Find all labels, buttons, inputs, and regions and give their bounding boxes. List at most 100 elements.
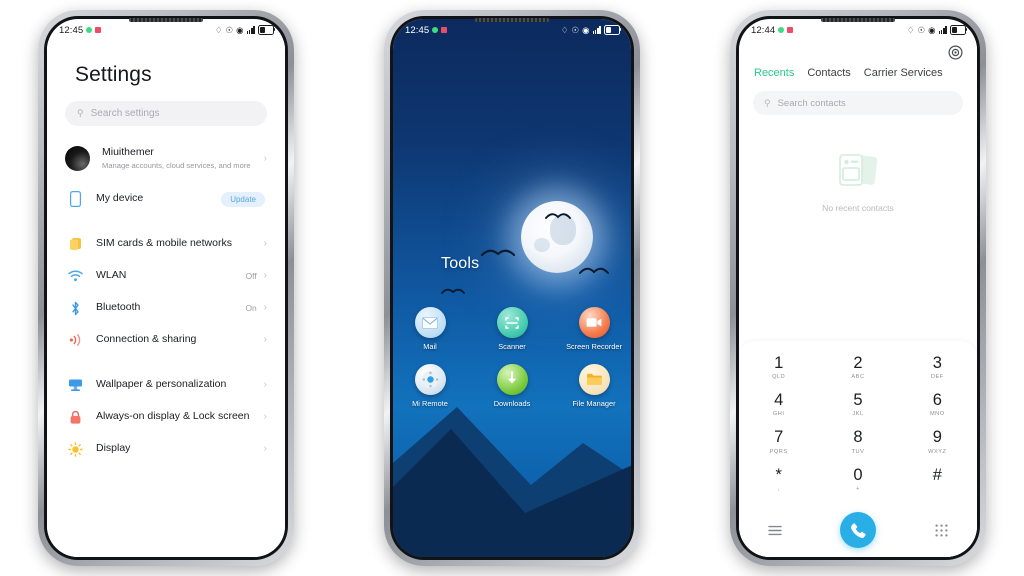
account-name: Miuithemer [102,146,154,159]
key-5[interactable]: 5 JKL [818,387,897,424]
key-number: 5 [853,391,863,410]
settings-row-label: Bluetooth [96,301,141,314]
search-input[interactable]: ⚲ Search contacts [753,91,963,115]
chevron-right-icon: › [263,270,267,281]
toolbar [739,41,977,60]
search-placeholder: Search contacts [777,97,846,109]
tab-bar: Recents Contacts Carrier Services [739,60,977,79]
app-label: Mail [423,342,437,351]
key-0[interactable]: 0 + [818,462,897,499]
app-row: Mail Scanner Screen Recorder [393,307,631,352]
settings-row-connection-sharing[interactable]: Connection & sharing › [63,324,269,356]
settings-row-display[interactable]: Display › [63,433,269,465]
alarm-off-icon: ☉ [917,24,926,35]
status-bar-left: 12:44 [751,25,794,36]
account-text: Miuithemer Manage accounts, cloud servic… [102,146,264,171]
key-star[interactable]: * , [739,462,818,499]
app-downloads[interactable]: Downloads [483,363,541,409]
app-label: Downloads [493,398,531,408]
settings-row-bluetooth[interactable]: Bluetooth On › [63,292,269,324]
key-letters: MNO [929,411,945,418]
phone-call-icon [851,522,866,538]
menu-icon[interactable] [768,525,782,536]
group-divider [63,356,269,367]
alarm-off-icon: ☉ [571,24,580,35]
app-file-manager[interactable]: File Manager [565,363,623,409]
remote-control-icon [414,363,446,395]
key-7[interactable]: 7 PQRS [739,424,818,461]
location-icon: ◉ [236,24,244,35]
connection-sharing-icon [65,333,85,347]
chevron-right-icon: › [263,443,267,454]
key-number: 0 [853,465,863,484]
key-letters: PQRS [769,448,788,455]
tab-recents[interactable]: Recents [754,67,794,79]
update-badge[interactable]: Update [221,191,265,207]
earpiece-speaker [129,18,203,22]
device-icon [65,191,85,207]
account-row[interactable]: Miuithemer Manage accounts, cloud servic… [63,140,269,181]
key-letters: DEF [930,374,944,381]
tab-contacts[interactable]: Contacts [807,67,850,79]
account-subtitle: Manage accounts, cloud services, and mor… [102,161,251,171]
phone-device-home: Tools 12:45 ♢ ☉ ◉ Mail Scanner Screen Re… [384,10,640,566]
app-scanner[interactable]: Scanner [483,307,541,352]
app-label: Screen Recorder [566,342,622,351]
settings-row-lock-screen[interactable]: Always-on display & Lock screen › [63,401,269,433]
tab-carrier-services[interactable]: Carrier Services [864,67,943,79]
settings-row-value: Off [245,271,257,281]
wifi-icon [65,270,85,282]
key-number: 8 [853,428,863,447]
status-bar-right: ♢ ☉ ◉ [906,24,968,35]
settings-row-my-device[interactable]: My device Update [63,183,269,215]
location-icon: ◉ [582,24,590,35]
dialer-body: Recents Contacts Carrier Services ⚲ Sear… [739,41,977,557]
empty-state: No recent contacts [739,151,977,213]
key-9[interactable]: 9 WXYZ [898,424,977,461]
bird-icon [481,249,515,257]
phone-call-icon [86,27,93,33]
key-letters: GHI [772,411,785,418]
settings-row-sim-cards[interactable]: SIM cards & mobile networks › [63,228,269,260]
mail-icon [414,307,446,338]
key-6[interactable]: 6 MNO [898,387,977,424]
bird-icon [441,288,465,294]
app-label: Mi Remote [412,398,448,408]
screen-home: Tools 12:45 ♢ ☉ ◉ Mail Scanner Screen Re… [393,19,631,557]
screen-dialer: 12:44 ♢ ☉ ◉ Recents Contacts Carrier Ser… [739,19,977,557]
app-label: Scanner [498,342,526,351]
alarm-off-icon: ☉ [225,24,234,35]
key-2[interactable]: 2 ABC [818,350,897,387]
bluetooth-icon: ♢ [214,24,223,35]
settings-row-wlan[interactable]: WLAN Off › [63,260,269,292]
keypad-icon[interactable] [935,523,948,537]
notification-icon [441,27,448,33]
settings-group-device: My device Update [63,181,269,215]
signal-icon [592,26,601,34]
key-8[interactable]: 8 TUV [818,424,897,461]
location-icon: ◉ [928,24,936,35]
app-mi-remote[interactable]: Mi Remote [401,363,459,409]
bluetooth-icon: ♢ [906,24,915,35]
key-number: 9 [932,428,942,447]
key-1[interactable]: 1 QLD [739,350,818,387]
call-button[interactable] [840,512,877,548]
battery-icon [604,25,622,35]
key-hash[interactable]: # [898,462,977,499]
screen-recorder-icon [578,307,610,338]
app-mail[interactable]: Mail [401,307,459,352]
keypad: 1 QLD 2 ABC 3 DEF 4 GHI 5 JKL 6 MNO 7 PQ… [739,340,977,503]
key-number: # [932,465,942,484]
key-letters: JKL [852,411,864,418]
key-3[interactable]: 3 DEF [898,350,977,387]
app-screen-recorder[interactable]: Screen Recorder [565,307,623,352]
status-time: 12:45 [405,24,430,36]
sim-card-icon [65,237,85,251]
key-number: 4 [774,391,784,410]
settings-row-wallpaper[interactable]: Wallpaper & personalization › [63,369,269,401]
key-letters: ABC [851,374,865,381]
key-letters: WXYZ [928,448,947,455]
gear-icon[interactable] [948,45,963,60]
search-input[interactable]: ⚲ Search settings [65,101,267,126]
key-4[interactable]: 4 GHI [739,387,818,424]
